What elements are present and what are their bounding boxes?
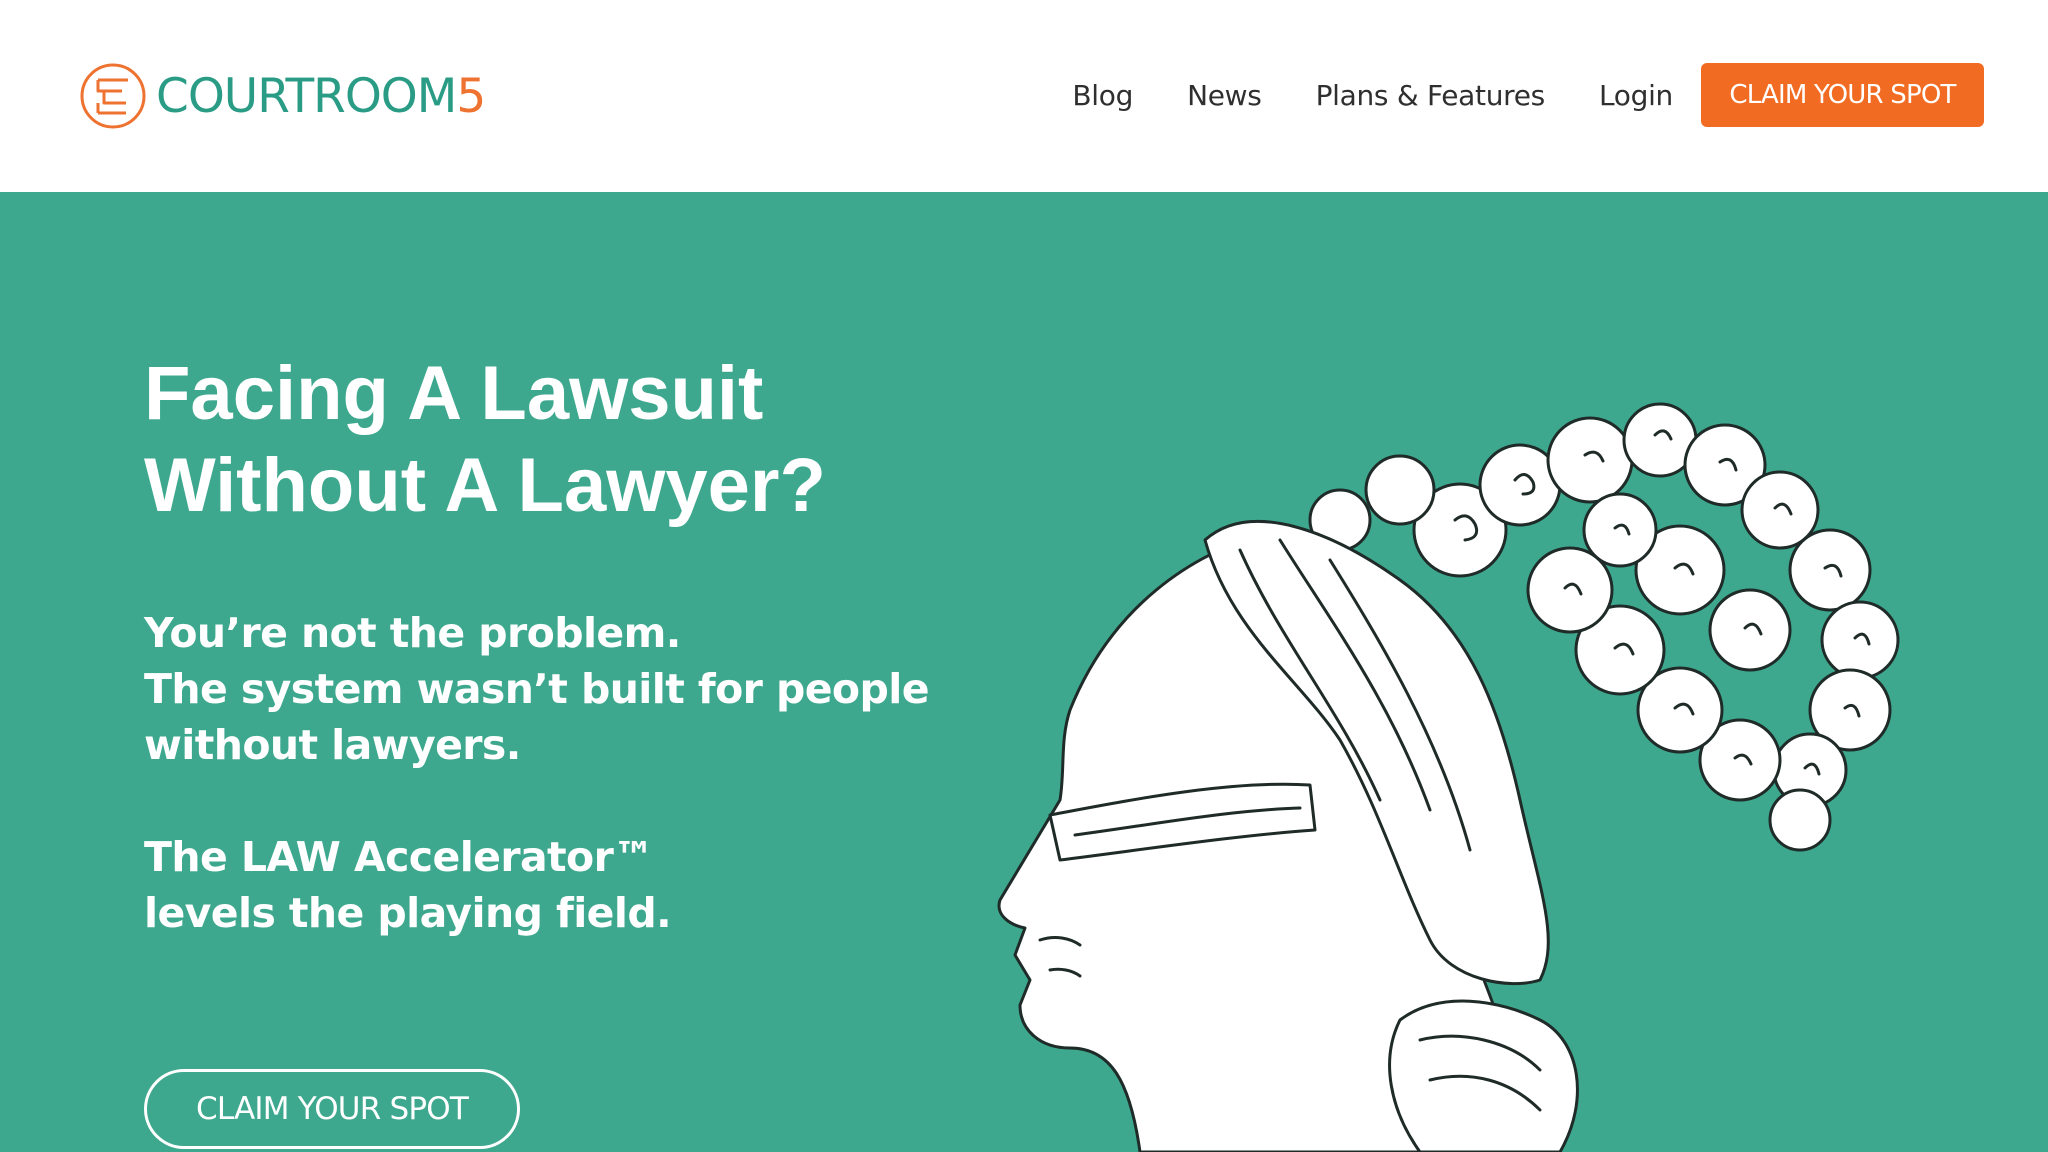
hero-body-line-3: without lawyers. [144,721,521,769]
hero-body: You’re not the problem. The system wasn’… [144,605,964,941]
hero-title-line-1: Facing A Lawsuit [144,351,764,436]
main-nav: Blog News Plans & Features Login CLAIM Y… [1072,63,1984,127]
logo-word: COURTROOM [156,68,457,124]
hero-body-line-1: You’re not the problem. [144,609,681,657]
site-logo[interactable]: COURTROOM5 [78,60,486,132]
logo-wordmark: COURTROOM5 [156,73,486,120]
hero-title: Facing A Lawsuit Without A Lawyer? [144,348,964,532]
hero-body-spacer [144,773,964,829]
nav-link-plans-features[interactable]: Plans & Features [1316,79,1546,112]
nav-link-news[interactable]: News [1187,79,1262,112]
hero-body-line-5: levels the playing field. [144,889,672,937]
site-header: COURTROOM5 Blog News Plans & Features Lo… [0,0,2048,192]
courtroom5-logo-icon [80,63,146,129]
hero-body-line-2: The system wasn’t built for people [144,665,930,713]
scarf-knot [1388,999,1579,1152]
hero-claim-spot-button[interactable]: CLAIM YOUR SPOT [144,1069,520,1149]
logo-number: 5 [456,68,486,124]
nav-link-blog[interactable]: Blog [1072,79,1133,112]
header-claim-spot-button[interactable]: CLAIM YOUR SPOT [1701,63,1984,127]
blindfolded-woman-illustration [997,402,1900,1152]
hero-title-line-2: Without A Lawyer? [144,443,826,528]
hero-body-line-4: The LAW Accelerator™ [144,833,654,881]
nav-link-login[interactable]: Login [1599,79,1673,112]
